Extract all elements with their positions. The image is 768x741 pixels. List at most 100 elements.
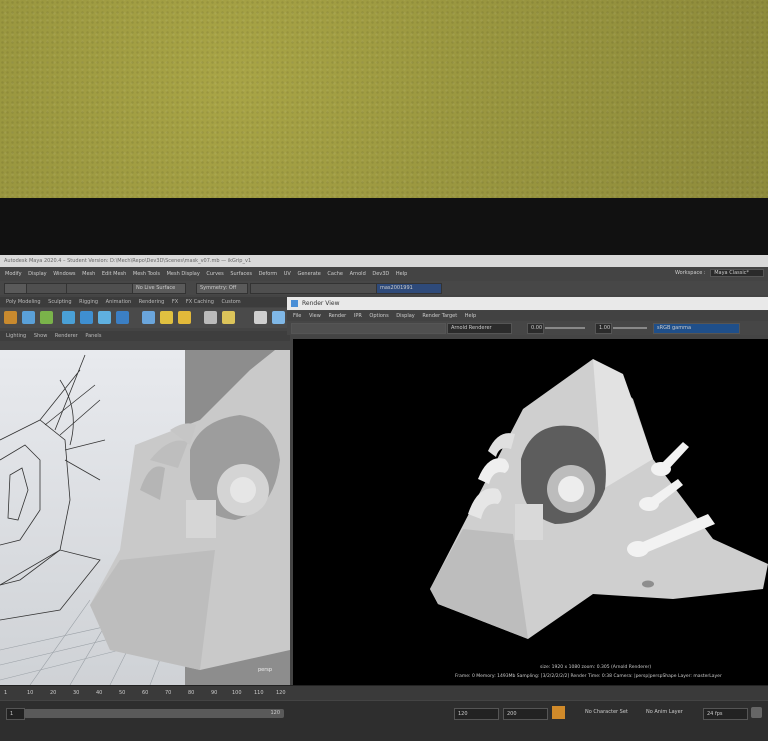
gamma-field[interactable]: 1.00	[595, 323, 612, 334]
shelf-icon[interactable]	[160, 311, 173, 324]
shelf-tab-rigging[interactable]: Rigging	[79, 299, 98, 305]
rv-menu-help[interactable]: Help	[465, 313, 476, 319]
shelf-icons	[0, 308, 290, 328]
anim-layer-dropdown[interactable]: No Anim Layer	[646, 709, 683, 715]
time-tick: 80	[188, 690, 195, 696]
settings-icon[interactable]	[751, 707, 762, 718]
time-tick: 110	[254, 690, 264, 696]
menu-cache[interactable]: Cache	[327, 271, 343, 277]
exposure-slider[interactable]	[545, 327, 585, 329]
monitor-bezel	[0, 198, 768, 437]
shelf-tab-custom[interactable]: Custom	[222, 299, 241, 305]
render-image	[293, 339, 768, 685]
time-tick: 60	[142, 690, 149, 696]
snap-icons-group[interactable]	[66, 283, 134, 294]
menu-dev3d[interactable]: Dev3D	[372, 271, 389, 277]
character-set-icon[interactable]	[552, 706, 565, 719]
time-slider[interactable]: 1 10 20 30 40 50 60 70 80 90 100 110 120	[0, 685, 768, 700]
shelf-icon[interactable]	[178, 311, 191, 324]
gamma-slider[interactable]	[613, 327, 647, 329]
time-tick: 10	[27, 690, 34, 696]
range-start-field[interactable]: 1	[6, 708, 25, 720]
workspace-selector[interactable]: Workspace : Maya Classic*	[675, 269, 764, 277]
rv-menu-render[interactable]: Render	[328, 313, 346, 319]
menu-modify[interactable]: Modify	[5, 271, 22, 277]
shelf-icon[interactable]	[62, 311, 75, 324]
render-buttons-group[interactable]	[291, 323, 446, 334]
animation-end-field[interactable]: 200	[503, 708, 548, 720]
renderer-dropdown[interactable]: Arnold Renderer	[447, 323, 512, 334]
range-slider[interactable]: 120	[24, 709, 284, 718]
live-surface-button[interactable]: No Live Surface	[132, 283, 186, 294]
menu-deform[interactable]: Deform	[259, 271, 278, 277]
green-wall	[0, 0, 768, 200]
time-tick: 20	[50, 690, 57, 696]
shelf-icon[interactable]	[142, 311, 155, 324]
time-tick: 90	[211, 690, 218, 696]
rv-menu-options[interactable]: Options	[369, 313, 388, 319]
perspective-viewport[interactable]	[0, 350, 290, 685]
time-tick: 1	[4, 690, 8, 696]
render-icons-group[interactable]	[250, 283, 378, 294]
shelf-icon[interactable]	[40, 311, 53, 324]
viewport-toolbar[interactable]	[0, 341, 290, 350]
menu-display[interactable]: Display	[28, 271, 46, 277]
menu-generate[interactable]: Generate	[297, 271, 320, 277]
shelf-icon[interactable]	[22, 311, 35, 324]
shelf-icon[interactable]	[4, 311, 17, 324]
exposure-field[interactable]: 0.00	[527, 323, 544, 334]
panel-menu-panels[interactable]: Panels	[85, 333, 101, 339]
shelf-tab-fx-caching[interactable]: FX Caching	[186, 299, 214, 305]
panel-menu-lighting[interactable]: Lighting	[6, 333, 26, 339]
shelf-tab-rendering[interactable]: Rendering	[139, 299, 165, 305]
select-mode-button[interactable]	[4, 283, 28, 294]
snap-tools-group[interactable]	[26, 283, 68, 294]
shelf-icon[interactable]	[222, 311, 235, 324]
time-tick: 120	[276, 690, 286, 696]
rv-menu-view[interactable]: View	[309, 313, 321, 319]
menu-surfaces[interactable]: Surfaces	[230, 271, 252, 277]
range-slider-end-label: 120	[270, 710, 280, 716]
shelf-tabs: Poly Modeling Sculpting Rigging Animatio…	[0, 297, 290, 307]
camera-dropdown[interactable]: mas2001991	[376, 283, 442, 294]
workspace-dropdown[interactable]: Maya Classic*	[710, 269, 764, 277]
menu-curves[interactable]: Curves	[206, 271, 223, 277]
menu-uv[interactable]: UV	[284, 271, 291, 277]
render-size-info: size: 1920 x 1080 zoom: 0.305 (Arnold Re…	[540, 665, 652, 670]
menu-mesh-display[interactable]: Mesh Display	[167, 271, 200, 277]
shelf-icon[interactable]	[204, 311, 217, 324]
panel-menu-renderer[interactable]: Renderer	[55, 333, 78, 339]
shelf-tab-animation[interactable]: Animation	[106, 299, 132, 305]
menu-arnold[interactable]: Arnold	[350, 271, 366, 277]
shelf-tab-fx[interactable]: FX	[172, 299, 178, 305]
menu-help[interactable]: Help	[396, 271, 407, 277]
playback-end-field[interactable]: 120	[454, 708, 499, 720]
rv-menu-render-target[interactable]: Render Target	[422, 313, 457, 319]
menu-windows[interactable]: Windows	[53, 271, 75, 277]
render-stats-info: Frame: 0 Memory: 1493Mb Sampling: [3/2/2…	[455, 674, 722, 679]
menu-mesh-tools[interactable]: Mesh Tools	[133, 271, 160, 277]
shelf-tab-sculpting[interactable]: Sculpting	[48, 299, 71, 305]
shelf-icon[interactable]	[254, 311, 267, 324]
shelf-icon[interactable]	[98, 311, 111, 324]
render-view-title: Render View	[302, 300, 340, 307]
symmetry-dropdown[interactable]: Symmetry: Off	[196, 283, 248, 294]
color-space-dropdown[interactable]: sRGB gamma	[653, 323, 740, 334]
render-view-app-icon	[291, 300, 298, 307]
menu-mesh[interactable]: Mesh	[82, 271, 95, 277]
range-slider-bar: 1 120 120 200 No Character Set No Anim L…	[0, 701, 768, 741]
shelf-icon[interactable]	[80, 311, 93, 324]
workspace-label: Workspace :	[675, 270, 706, 276]
shelf-icon[interactable]	[116, 311, 129, 324]
shelf-tab-poly-modeling[interactable]: Poly Modeling	[6, 299, 41, 305]
time-tick: 50	[119, 690, 126, 696]
rendered-mask	[430, 359, 768, 639]
shelf-icon[interactable]	[272, 311, 285, 324]
rv-menu-ipr[interactable]: IPR	[354, 313, 362, 319]
menu-edit-mesh[interactable]: Edit Mesh	[102, 271, 126, 277]
fps-dropdown[interactable]: 24 fps	[703, 708, 748, 720]
panel-menu-show[interactable]: Show	[34, 333, 48, 339]
rv-menu-display[interactable]: Display	[396, 313, 414, 319]
rv-menu-file[interactable]: File	[293, 313, 301, 319]
character-set-dropdown[interactable]: No Character Set	[585, 709, 628, 715]
